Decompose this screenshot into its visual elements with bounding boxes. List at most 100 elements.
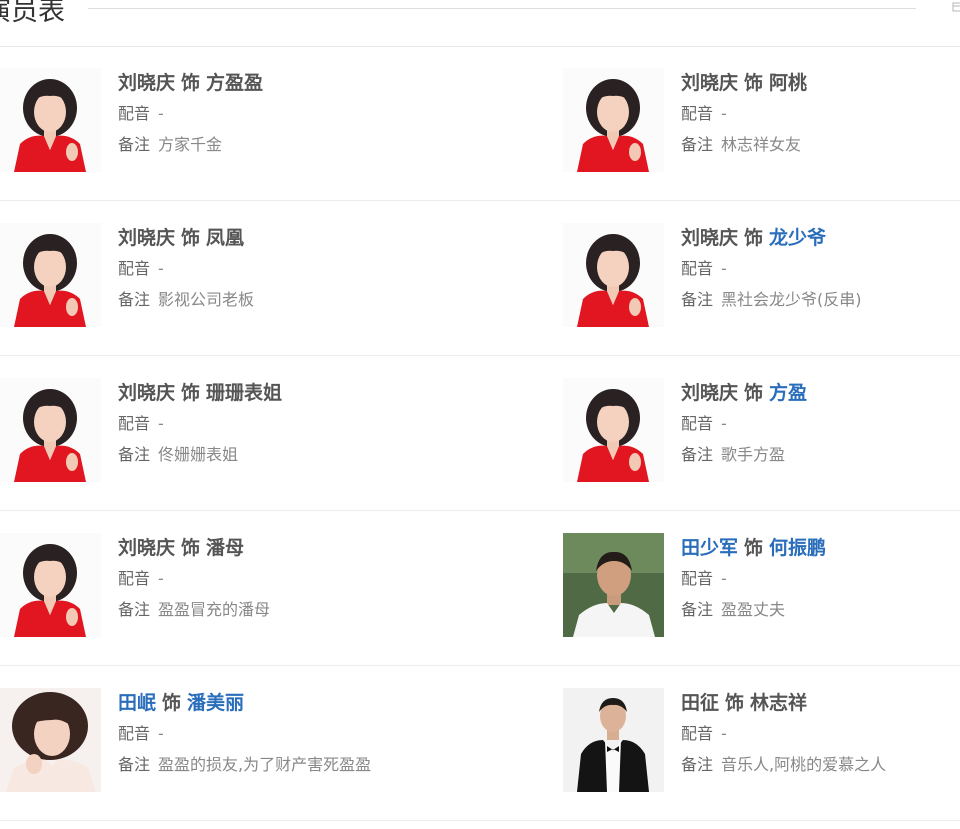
voice-line: 配音 - bbox=[681, 718, 960, 749]
voice-value: - bbox=[158, 569, 164, 588]
section-header: 演员表 bbox=[0, 0, 960, 47]
note-line: 备注 黑社会龙少爷(反串) bbox=[681, 284, 960, 315]
note-label: 备注 bbox=[681, 290, 714, 309]
cast-card: 刘晓庆饰珊珊表姐 配音 - 备注 佟姗姗表姐 bbox=[0, 378, 400, 482]
role-name-link[interactable]: 潘美丽 bbox=[187, 692, 244, 714]
role-name-link[interactable]: 龙少爷 bbox=[769, 227, 826, 249]
note-label: 备注 bbox=[681, 135, 714, 154]
cast-name-line: 刘晓庆饰龙少爷 bbox=[681, 223, 960, 253]
note-value: 盈盈丈夫 bbox=[721, 600, 786, 619]
cast-row: 刘晓庆饰方盈盈 配音 - 备注 方家千金 刘晓庆饰阿桃 配音 - 备注 林志祥女友 bbox=[0, 46, 960, 201]
note-label: 备注 bbox=[681, 600, 714, 619]
cast-row: 田岷饰潘美丽 配音 - 备注 盈盈的损友,为了财产害死盈盈 田征饰林志祥 配音 - 备… bbox=[0, 666, 960, 821]
actor-name-link[interactable]: 田岷 bbox=[118, 692, 156, 714]
actress-red-dress-photo[interactable] bbox=[563, 378, 664, 482]
cast-info: 刘晓庆饰凤凰 配音 - 备注 影视公司老板 bbox=[118, 223, 438, 315]
actor-tuxedo-photo[interactable] bbox=[563, 688, 664, 792]
cast-name-line: 刘晓庆饰潘母 bbox=[118, 533, 438, 563]
cast-info: 田岷饰潘美丽 配音 - 备注 盈盈的损友,为了财产害死盈盈 bbox=[118, 688, 438, 780]
voice-label: 配音 bbox=[118, 259, 151, 278]
cast-name-line: 刘晓庆饰凤凰 bbox=[118, 223, 438, 253]
actress-red-dress-photo[interactable] bbox=[0, 378, 101, 482]
note-line: 备注 歌手方盈 bbox=[681, 439, 960, 470]
actress-red-dress-photo[interactable] bbox=[0, 533, 101, 637]
cast-info: 刘晓庆饰阿桃 配音 - 备注 林志祥女友 bbox=[681, 68, 960, 160]
cast-list: 刘晓庆饰方盈盈 配音 - 备注 方家千金 刘晓庆饰阿桃 配音 - 备注 林志祥女友 bbox=[0, 46, 960, 821]
voice-label: 配音 bbox=[681, 569, 714, 588]
cast-name-line: 刘晓庆饰珊珊表姐 bbox=[118, 378, 438, 408]
role-name-link[interactable]: 何振鹏 bbox=[769, 537, 826, 559]
role-name: 凤凰 bbox=[206, 227, 245, 249]
note-line: 备注 林志祥女友 bbox=[681, 129, 960, 160]
voice-label: 配音 bbox=[681, 259, 714, 278]
voice-label: 配音 bbox=[118, 569, 151, 588]
note-line: 备注 盈盈冒充的潘母 bbox=[118, 594, 438, 625]
cast-card: 刘晓庆饰方盈盈 配音 - 备注 方家千金 bbox=[0, 68, 400, 172]
actor-white-tshirt-photo[interactable] bbox=[563, 533, 664, 637]
voice-value: - bbox=[158, 414, 164, 433]
role-name-link[interactable]: 方盈 bbox=[769, 382, 807, 404]
voice-line: 配音 - bbox=[118, 563, 438, 594]
note-line: 备注 影视公司老板 bbox=[118, 284, 438, 315]
actor-name: 田征 bbox=[681, 692, 720, 714]
actor-name: 刘晓庆 bbox=[118, 72, 176, 94]
actress-red-dress-photo[interactable] bbox=[563, 223, 664, 327]
voice-label: 配音 bbox=[118, 414, 151, 433]
actress-red-dress-photo[interactable] bbox=[0, 68, 101, 172]
actor-name: 刘晓庆 bbox=[118, 382, 176, 404]
cast-card: 田征饰林志祥 配音 - 备注 音乐人,阿桃的爱慕之人 bbox=[563, 688, 960, 792]
role-name: 方盈盈 bbox=[206, 72, 264, 94]
voice-value: - bbox=[158, 259, 164, 278]
note-label: 备注 bbox=[681, 755, 714, 774]
note-value: 影视公司老板 bbox=[158, 290, 255, 309]
role-connector: 饰 bbox=[181, 537, 201, 559]
actor-name: 刘晓庆 bbox=[118, 227, 176, 249]
cast-info: 刘晓庆饰龙少爷 配音 - 备注 黑社会龙少爷(反串) bbox=[681, 223, 960, 315]
note-value: 音乐人,阿桃的爱慕之人 bbox=[721, 755, 887, 774]
role-connector: 饰 bbox=[181, 227, 201, 249]
title-rule bbox=[88, 8, 916, 9]
voice-line: 配音 - bbox=[118, 253, 438, 284]
note-value: 黑社会龙少爷(反串) bbox=[721, 290, 862, 309]
note-label: 备注 bbox=[118, 755, 151, 774]
voice-label: 配音 bbox=[118, 724, 151, 743]
actor-name-link[interactable]: 田少军 bbox=[681, 537, 738, 559]
voice-line: 配音 - bbox=[681, 408, 960, 439]
role-connector: 饰 bbox=[181, 382, 201, 404]
cast-row: 刘晓庆饰珊珊表姐 配音 - 备注 佟姗姗表姐 刘晓庆饰方盈 配音 - 备注 歌手方盈 bbox=[0, 356, 960, 511]
actress-red-dress-photo[interactable] bbox=[563, 68, 664, 172]
note-label: 备注 bbox=[118, 445, 151, 464]
cast-info: 田少军饰何振鹏 配音 - 备注 盈盈丈夫 bbox=[681, 533, 960, 625]
voice-value: - bbox=[721, 259, 727, 278]
section-title: 演员表 bbox=[0, 0, 65, 27]
note-line: 备注 音乐人,阿桃的爱慕之人 bbox=[681, 749, 960, 780]
role-connector: 饰 bbox=[744, 382, 764, 404]
actress-red-dress-photo[interactable] bbox=[0, 223, 101, 327]
note-value: 盈盈的损友,为了财产害死盈盈 bbox=[158, 755, 372, 774]
cast-info: 刘晓庆饰珊珊表姐 配音 - 备注 佟姗姗表姐 bbox=[118, 378, 438, 470]
note-line: 备注 方家千金 bbox=[118, 129, 438, 160]
actor-name: 刘晓庆 bbox=[118, 537, 176, 559]
voice-label: 配音 bbox=[681, 724, 714, 743]
role-connector: 饰 bbox=[725, 692, 745, 714]
voice-line: 配音 - bbox=[118, 98, 438, 129]
cast-name-line: 刘晓庆饰阿桃 bbox=[681, 68, 960, 98]
voice-label: 配音 bbox=[118, 104, 151, 123]
voice-value: - bbox=[158, 104, 164, 123]
actor-name: 刘晓庆 bbox=[681, 72, 739, 94]
actor-name: 刘晓庆 bbox=[681, 227, 739, 249]
note-label: 备注 bbox=[118, 600, 151, 619]
cast-info: 刘晓庆饰方盈 配音 - 备注 歌手方盈 bbox=[681, 378, 960, 470]
voice-line: 配音 - bbox=[681, 98, 960, 129]
voice-value: - bbox=[158, 724, 164, 743]
edit-icon[interactable] bbox=[951, 1, 960, 13]
cast-info: 刘晓庆饰潘母 配音 - 备注 盈盈冒充的潘母 bbox=[118, 533, 438, 625]
actress-curly-hair-photo[interactable] bbox=[0, 688, 101, 792]
cast-card: 刘晓庆饰潘母 配音 - 备注 盈盈冒充的潘母 bbox=[0, 533, 400, 637]
cast-page: 演员表 刘晓庆饰方盈盈 配音- 备注方家千金 bbox=[0, 0, 960, 829]
voice-label: 配音 bbox=[681, 104, 714, 123]
note-label: 备注 bbox=[118, 135, 151, 154]
cast-name-line: 田少军饰何振鹏 bbox=[681, 533, 960, 563]
cast-info: 田征饰林志祥 配音 - 备注 音乐人,阿桃的爱慕之人 bbox=[681, 688, 960, 780]
role-name: 潘母 bbox=[206, 537, 245, 559]
